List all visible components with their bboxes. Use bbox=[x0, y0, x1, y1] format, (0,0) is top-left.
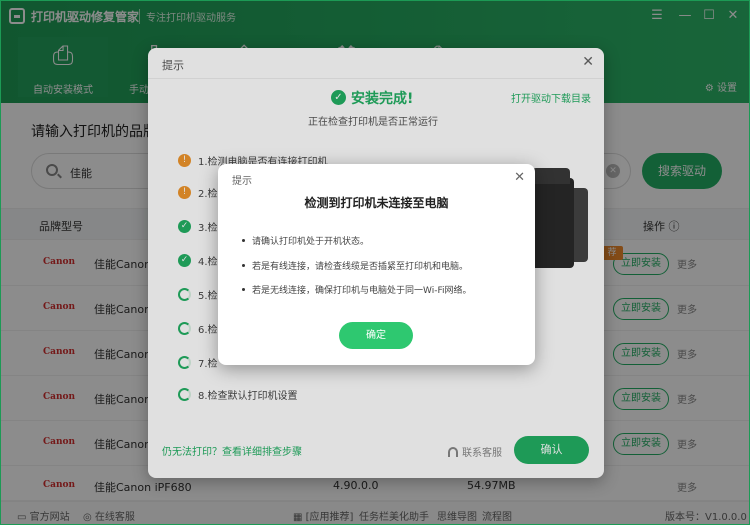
ok-button[interactable]: 确定 bbox=[339, 322, 413, 349]
alert-heading: 检测到打印机未连接至电脑 bbox=[304, 196, 449, 210]
printer-not-connected-dialog: 提示 ✕ 检测到打印机未连接至电脑 请确认打印机处于开机状态。 若是有线连接，请… bbox=[218, 164, 535, 365]
tip-item: 若是有线连接，请检查线缆是否插紧至打印机和电脑。 bbox=[241, 259, 468, 272]
close-icon[interactable]: ✕ bbox=[514, 170, 525, 185]
tip-item: 请确认打印机处于开机状态。 bbox=[241, 234, 369, 247]
app-window: 打印机驱动修复管家 专注打印机驱动服务 ☰ — ☐ ✕ ⎙ 自动安装模式 ⇩ 手… bbox=[0, 0, 750, 525]
dialog-title: 提示 bbox=[232, 176, 252, 187]
tip-item: 若是无线连接，确保打印机与电脑处于同一Wi-Fi网络。 bbox=[241, 283, 471, 296]
